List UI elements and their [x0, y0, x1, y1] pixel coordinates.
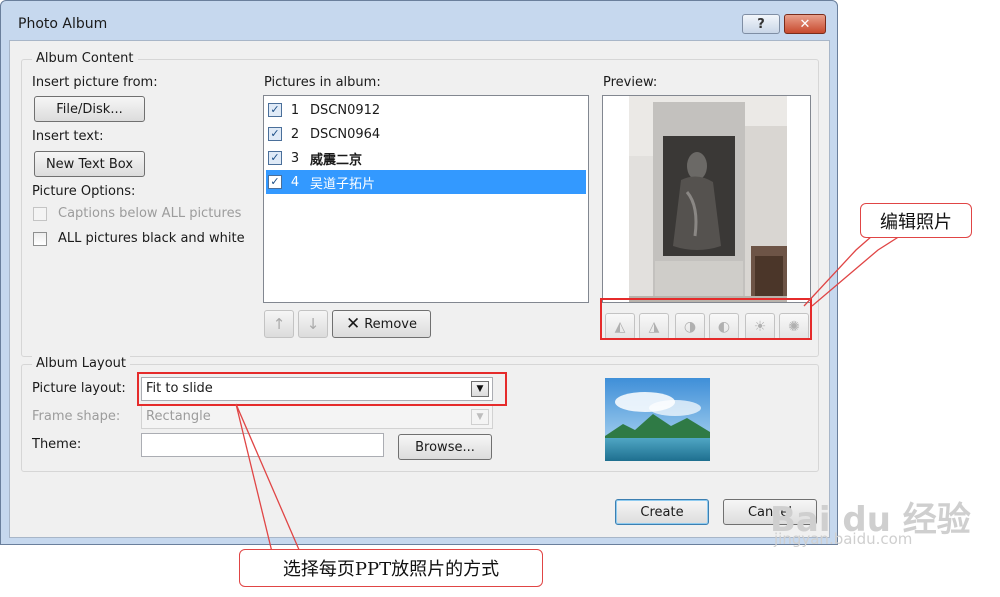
layout-callout: 选择每页PPT放照片的方式	[239, 549, 543, 587]
edit-photos-callout: 编辑照片	[860, 203, 972, 238]
watermark-url: jingyan.baidu.com	[774, 530, 913, 548]
